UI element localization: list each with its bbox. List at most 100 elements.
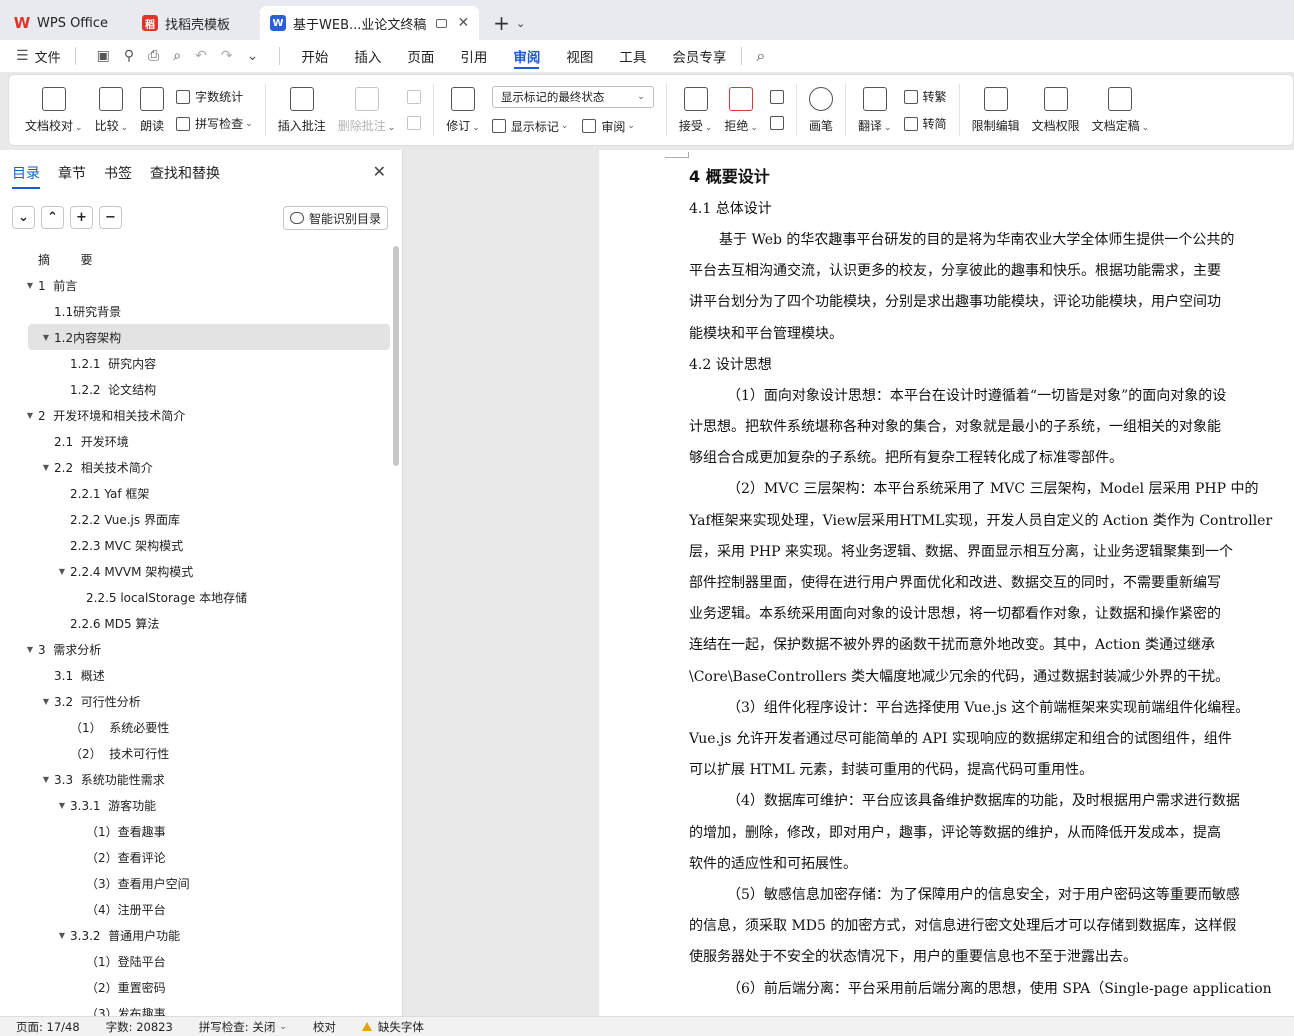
toc-item[interactable]: ▼ 3.3 系统功能性需求 (0, 766, 392, 792)
word-count-indicator[interactable]: 字数: 20823 (106, 1019, 173, 1035)
close-icon[interactable]: ✕ (457, 15, 469, 31)
tab-document[interactable]: W 基于WEB...业论文终稿 ✕ (260, 6, 480, 40)
doc-permission-button[interactable]: 文档权限 (1026, 78, 1086, 142)
chevron-down-icon[interactable]: ⌄ (247, 48, 259, 64)
toc-item[interactable]: （4）注册平台 (0, 896, 392, 922)
plus-icon[interactable]: + (70, 206, 93, 229)
toc-item[interactable]: ▼ 1 前言 (0, 272, 392, 298)
restrict-edit-button[interactable]: 限制编辑 (966, 78, 1026, 142)
toc-item[interactable]: （1）查看趣事 (0, 818, 392, 844)
next-comment-button[interactable] (407, 116, 422, 130)
caret-down-icon[interactable]: ▼ (38, 775, 54, 784)
new-tab-button[interactable]: + ⌄ (493, 6, 525, 40)
toc-scrollbar[interactable] (393, 246, 399, 466)
print-icon[interactable]: ⎙ (148, 48, 159, 64)
smart-toc-button[interactable]: 智能识别目录 (282, 206, 388, 230)
chevron-down-icon[interactable]: ⌄ (12, 206, 35, 229)
revise-button[interactable]: 修订 ⌄ (440, 78, 486, 142)
document-body[interactable]: 4 概要设计 4.1 总体设计 基于 Web 的华农趣事平台研发的目的是将为华南农业… (689, 160, 1294, 1005)
document-page[interactable]: 4 概要设计 4.1 总体设计 基于 Web 的华农趣事平台研发的目的是将为华南农业… (599, 150, 1294, 1016)
delete-comment-button[interactable]: 删除批注 ⌄ (332, 78, 402, 142)
caret-down-icon[interactable]: ▼ (38, 463, 54, 472)
doc-check-button[interactable]: 文档校对 ⌄ (19, 78, 89, 142)
toc-item[interactable]: 2.2.3 MVC 架构模式 (0, 532, 392, 558)
toc-item[interactable]: （3）查看用户空间 (0, 870, 392, 896)
toc-item[interactable]: ▼ 2.2.4 MVVM 架构模式 (0, 558, 392, 584)
toc-item[interactable]: （1）登陆平台 (0, 948, 392, 974)
undo-icon[interactable]: ↶ (195, 48, 207, 64)
toc-item[interactable]: 2.2.1 Yaf 框架 (0, 480, 392, 506)
compare-button[interactable]: 比较 ⌄ (89, 78, 135, 142)
caret-down-icon[interactable]: ▼ (54, 931, 70, 940)
word-count-button[interactable]: 字数统计 (176, 88, 253, 105)
missing-font-status[interactable]: 缺失字体 (361, 1019, 424, 1035)
review-pane-button[interactable]: 审阅 ⌄ (582, 118, 635, 135)
save-icon[interactable]: ▣ (97, 48, 110, 64)
toc-item[interactable]: （2） 技术可行性 (0, 740, 392, 766)
search-icon[interactable]: ⌕ (750, 46, 771, 66)
file-menu[interactable]: ☰ 文件 (0, 47, 67, 66)
toc-item[interactable]: ▼ 3.3.2 普通用户功能 (0, 922, 392, 948)
toc-item[interactable]: 2.2.5 localStorage 本地存储 (0, 584, 392, 610)
print-preview-icon[interactable]: ⌕ (173, 48, 181, 64)
spell-check-button[interactable]: 拼写检查 ⌄ (176, 115, 253, 132)
spell-check-status[interactable]: 拼写检查: 关闭 ⌄ (199, 1019, 287, 1035)
toc-item[interactable]: ▼ 3 需求分析 (0, 636, 392, 662)
tab-wps-office[interactable]: W WPS Office (4, 6, 118, 40)
toc-item[interactable]: 摘 要 (0, 246, 392, 272)
toc-item[interactable]: ▼ 3.2 可行性分析 (0, 688, 392, 714)
toc-item[interactable]: （2）重置密码 (0, 974, 392, 1000)
window-icon[interactable] (436, 18, 448, 28)
menu-start[interactable]: 开始 (288, 40, 341, 72)
close-icon[interactable]: ✕ (373, 162, 386, 181)
caret-down-icon[interactable]: ▼ (22, 645, 38, 654)
previous-revision-button[interactable] (769, 90, 784, 104)
toc-item[interactable]: 1.2.2 论文结构 (0, 376, 392, 402)
menu-page[interactable]: 页面 (394, 40, 447, 72)
caret-down-icon[interactable]: ▼ (38, 697, 54, 706)
menu-review[interactable]: 审阅 (500, 40, 553, 72)
toc-item[interactable]: ▼ 2 开发环境和相关技术简介 (0, 402, 392, 428)
toc-item[interactable]: ▼ 2.2 相关技术简介 (0, 454, 392, 480)
caret-down-icon[interactable]: ▼ (22, 281, 38, 290)
tab-toc[interactable]: 目录 (12, 157, 40, 189)
caret-down-icon[interactable]: ▼ (38, 333, 54, 342)
menu-reference[interactable]: 引用 (447, 40, 500, 72)
previous-comment-button[interactable] (407, 90, 422, 104)
toc-item[interactable]: 2.1 开发环境 (0, 428, 392, 454)
toc-item[interactable]: 1.1研究背景 (0, 298, 392, 324)
toc-item[interactable]: 2.2.2 Vue.js 界面库 (0, 506, 392, 532)
show-markup-button[interactable]: 显示标记 ⌄ (491, 118, 568, 135)
redo-icon[interactable]: ↷ (221, 48, 233, 64)
page-indicator[interactable]: 页面: 17/48 (16, 1019, 80, 1035)
accept-button[interactable]: 接受 ⌄ (673, 78, 719, 142)
tab-bookmarks[interactable]: 书签 (104, 157, 132, 189)
proofread-status[interactable]: 校对 (313, 1019, 336, 1035)
toc-item[interactable]: 1.2.1 研究内容 (0, 350, 392, 376)
read-aloud-button[interactable]: 朗读 (134, 78, 170, 142)
caret-down-icon[interactable]: ▼ (22, 411, 38, 420)
to-simplified-button[interactable]: 转简 (903, 115, 947, 132)
insert-comment-button[interactable]: 插入批注 (272, 78, 332, 142)
toc-item[interactable]: （3）发布趣事 (0, 1000, 392, 1017)
menu-member[interactable]: 会员专享 (659, 40, 739, 72)
markup-state-select[interactable]: 显示标记的最终状态 ⌄ (491, 85, 654, 108)
menu-tools[interactable]: 工具 (606, 40, 659, 72)
caret-down-icon[interactable]: ▼ (54, 801, 70, 810)
next-revision-button[interactable] (769, 116, 784, 130)
menu-view[interactable]: 视图 (553, 40, 606, 72)
toc-item[interactable]: （2）查看评论 (0, 844, 392, 870)
chevron-up-icon[interactable]: ⌃ (41, 206, 64, 229)
toc-item[interactable]: （1） 系统必要性 (0, 714, 392, 740)
link-icon[interactable]: ⚲ (124, 48, 134, 64)
menu-insert[interactable]: 插入 (341, 40, 394, 72)
translate-button[interactable]: 翻译 ⌄ (852, 78, 898, 142)
toc-item[interactable]: ▼ 3.3.1 游客功能 (0, 792, 392, 818)
doc-finalize-button[interactable]: 文档定稿 ⌄ (1086, 78, 1156, 142)
tab-find-replace[interactable]: 查找和替换 (150, 157, 220, 189)
tab-docer-templates[interactable]: 稻 找稻壳模板 (132, 6, 240, 40)
minus-icon[interactable]: − (99, 206, 122, 229)
toc-item[interactable]: ▼ 1.2内容架构 (28, 324, 390, 350)
to-traditional-button[interactable]: 转繁 (903, 88, 947, 105)
pen-button[interactable]: 画笔 (803, 78, 839, 142)
